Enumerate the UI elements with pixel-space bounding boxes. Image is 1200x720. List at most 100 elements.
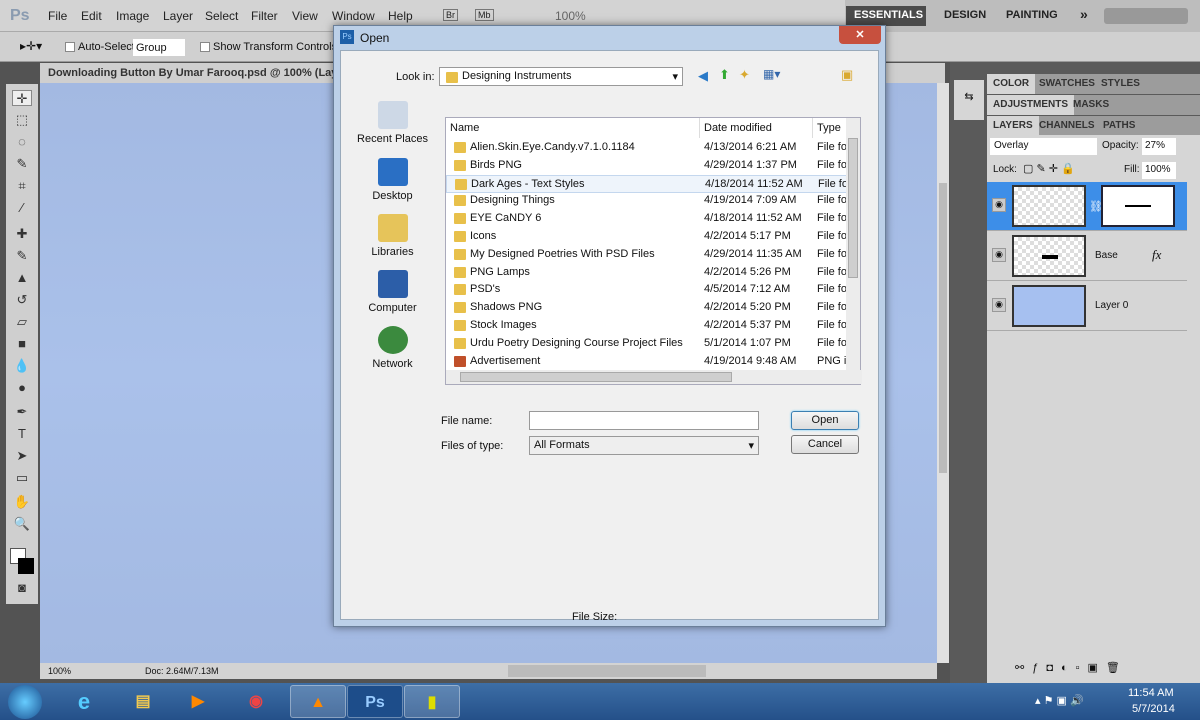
lock-icons[interactable]: ▢ ✎ ✛ 🔒: [1023, 162, 1075, 175]
layer-mask-thumbnail[interactable]: [1101, 185, 1175, 227]
visibility-eye-icon[interactable]: ◉: [992, 198, 1006, 212]
back-icon[interactable]: ◀: [698, 68, 708, 84]
look-in-dropdown[interactable]: Designing Instruments ▾: [439, 67, 683, 86]
auto-select-checkbox[interactable]: [65, 41, 78, 53]
eraser-tool-icon[interactable]: ▱: [12, 314, 32, 330]
clock-time[interactable]: 11:54 AM: [1128, 687, 1174, 699]
zoom-level-select[interactable]: 100%: [555, 9, 586, 23]
zoom-readout[interactable]: 100%: [48, 666, 71, 676]
layer-row-base[interactable]: ◉ Base fx: [987, 232, 1187, 281]
file-row[interactable]: Dark Ages - Text Styles 4/18/2014 11:52 A…: [446, 174, 848, 193]
layer-row-selected[interactable]: ◉ ⛓: [987, 182, 1187, 231]
camera-app-icon[interactable]: ▮: [404, 685, 460, 718]
file-row[interactable]: Urdu Poetry Designing Course Project Fil…: [446, 335, 848, 353]
menu-window[interactable]: Window: [332, 9, 375, 23]
layer-panel-footer-icons[interactable]: ⚯ƒ◘◐▫▣🗑: [1015, 661, 1128, 674]
folder-star-icon[interactable]: ▣: [841, 67, 853, 83]
layer-row-layer0[interactable]: ◉ Layer 0: [987, 282, 1187, 331]
photoshop-taskbar-icon[interactable]: Ps: [347, 685, 403, 718]
opacity-input[interactable]: 27%: [1142, 138, 1176, 155]
quick-mask-icon[interactable]: ◙: [12, 580, 32, 596]
more-workspaces-button[interactable]: »: [1072, 3, 1096, 23]
close-button[interactable]: ✕: [839, 26, 881, 44]
eyedropper-tool-icon[interactable]: ⁄: [12, 200, 32, 216]
healing-tool-icon[interactable]: ✚: [12, 226, 32, 242]
up-folder-icon[interactable]: ⬆: [719, 67, 730, 83]
tab-styles[interactable]: STYLES: [1095, 74, 1146, 94]
tab-swatches[interactable]: SWATCHES: [1033, 74, 1101, 94]
internet-explorer-icon[interactable]: e: [56, 685, 112, 718]
bridge-button[interactable]: Br: [443, 9, 458, 21]
file-list-vertical-scrollbar[interactable]: [846, 118, 860, 370]
workspace-design[interactable]: DESIGN: [936, 6, 994, 26]
column-header-type[interactable]: Type: [813, 118, 848, 138]
file-row[interactable]: Icons 4/2/2014 5:17 PM File fol: [446, 228, 848, 246]
vlc-icon[interactable]: ▲: [290, 685, 346, 718]
file-row[interactable]: Stock Images 4/2/2014 5:37 PM File fol: [446, 317, 848, 335]
background-color-swatch[interactable]: [18, 558, 34, 574]
tab-layers[interactable]: LAYERS: [987, 116, 1039, 136]
file-row[interactable]: PSD's 4/5/2014 7:12 AM File fol: [446, 281, 848, 299]
place-libraries[interactable]: Libraries: [355, 214, 430, 258]
column-header-date[interactable]: Date modified: [700, 118, 813, 138]
tab-channels[interactable]: CHANNELS: [1033, 116, 1101, 136]
start-button[interactable]: [8, 685, 42, 719]
tray-icons[interactable]: ▴ ⚑ ▣ 🔊: [1035, 694, 1084, 707]
history-icon[interactable]: ⇆: [954, 80, 984, 120]
layer-effects-icon[interactable]: fx: [1152, 247, 1161, 263]
window-controls[interactable]: [1104, 8, 1188, 24]
hand-tool-icon[interactable]: ✋: [12, 494, 32, 510]
place-network[interactable]: Network: [355, 326, 430, 370]
mini-bridge-button[interactable]: Mb: [475, 9, 494, 21]
menu-image[interactable]: Image: [116, 9, 149, 23]
place-computer[interactable]: Computer: [355, 270, 430, 314]
explorer-icon[interactable]: ▤: [115, 685, 171, 718]
pen-tool-icon[interactable]: ✒: [12, 404, 32, 420]
files-of-type-dropdown[interactable]: All Formats ▾: [529, 436, 759, 455]
type-tool-icon[interactable]: T: [12, 426, 32, 442]
lasso-tool-icon[interactable]: ◌: [12, 134, 32, 150]
menu-edit[interactable]: Edit: [81, 9, 102, 23]
file-row[interactable]: Alien.Skin.Eye.Candy.v7.1.0.1184 4/13/201…: [446, 139, 848, 157]
path-select-tool-icon[interactable]: ➤: [12, 448, 32, 464]
file-row[interactable]: EYE CaNDY 6 4/18/2014 11:52 AM File fol: [446, 210, 848, 228]
view-menu-icon[interactable]: ▦▾: [763, 67, 780, 81]
file-name-input[interactable]: [529, 411, 759, 430]
new-folder-icon[interactable]: ✦: [739, 67, 750, 83]
move-tool-icon[interactable]: ✛: [12, 90, 32, 106]
gradient-tool-icon[interactable]: ■: [12, 336, 32, 352]
place-desktop[interactable]: Desktop: [355, 158, 430, 202]
menu-layer[interactable]: Layer: [163, 9, 193, 23]
cancel-button[interactable]: Cancel: [791, 435, 859, 454]
visibility-eye-icon[interactable]: ◉: [992, 248, 1006, 262]
shape-tool-icon[interactable]: ▭: [12, 470, 32, 486]
blur-tool-icon[interactable]: 💧: [12, 358, 32, 374]
workspace-painting[interactable]: PAINTING: [998, 6, 1066, 26]
show-transform-checkbox[interactable]: [200, 41, 213, 53]
place-recent-places[interactable]: Recent Places: [355, 101, 430, 145]
canvas-vertical-scrollbar[interactable]: [937, 83, 949, 663]
auto-select-dropdown[interactable]: Group: [133, 39, 185, 56]
dodge-tool-icon[interactable]: ●: [12, 380, 32, 396]
file-row[interactable]: Designing Things 4/19/2014 7:09 AM File fo…: [446, 192, 848, 210]
stamp-tool-icon[interactable]: ▲: [12, 270, 32, 286]
column-header-name[interactable]: Name: [446, 118, 700, 138]
canvas-horizontal-scrollbar[interactable]: [508, 665, 706, 677]
file-row[interactable]: PNG Lamps 4/2/2014 5:26 PM File fol: [446, 264, 848, 282]
menu-filter[interactable]: Filter: [251, 9, 278, 23]
marquee-tool-icon[interactable]: ⬚: [12, 112, 32, 128]
file-row[interactable]: Shadows PNG 4/2/2014 5:20 PM File fol: [446, 299, 848, 317]
blend-mode-dropdown[interactable]: Overlay: [990, 138, 1097, 155]
menu-select[interactable]: Select: [205, 9, 238, 23]
file-row[interactable]: Birds PNG 4/29/2014 1:37 PM File fol: [446, 157, 848, 175]
media-player-icon[interactable]: ▶: [170, 685, 226, 718]
workspace-essentials[interactable]: ESSENTIALS: [846, 6, 926, 26]
file-list-horizontal-scrollbar[interactable]: [446, 370, 862, 384]
tab-masks[interactable]: MASKS: [1067, 95, 1115, 115]
file-row[interactable]: Advertisement 4/19/2014 9:48 AM PNG ir: [446, 353, 848, 371]
zoom-tool-icon[interactable]: 🔍: [12, 516, 32, 532]
fill-input[interactable]: 100%: [1142, 162, 1176, 179]
tab-color[interactable]: COLOR: [987, 74, 1036, 94]
move-tool-icon[interactable]: ▸✛▾: [20, 39, 42, 53]
chrome-icon[interactable]: ◉: [228, 685, 284, 718]
